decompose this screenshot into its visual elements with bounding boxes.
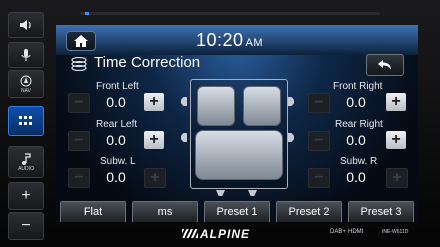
sub-left-minus-button[interactable]: − xyxy=(68,168,90,188)
sub-right-label: Subw. R xyxy=(340,156,378,167)
volume-down-label: − xyxy=(21,217,31,234)
rear-right-minus-button[interactable]: − xyxy=(308,131,330,151)
rear-left-speaker-icon xyxy=(181,133,187,142)
rear-bench-seat xyxy=(195,130,283,180)
front-right-value: 0.0 xyxy=(346,94,366,110)
volume-down-button[interactable]: − xyxy=(8,212,44,240)
grid-menu-icon xyxy=(19,116,32,125)
rear-left-minus-button[interactable]: − xyxy=(68,131,90,151)
audio-button[interactable]: AUDIO xyxy=(8,146,44,178)
volume-up-button[interactable]: + xyxy=(8,182,44,210)
front-right-speaker-icon xyxy=(288,97,294,106)
front-right-minus-button[interactable]: − xyxy=(308,93,330,113)
home-button[interactable] xyxy=(66,31,96,51)
nav-button[interactable]: NAV xyxy=(8,70,44,98)
sub-left-speaker-icon xyxy=(216,190,225,196)
front-right-plus-button[interactable]: + xyxy=(386,93,406,111)
rear-right-label: Rear Right xyxy=(335,119,383,130)
touchscreen: 10:20 AM Time Correction Front Left − 0.0… xyxy=(56,25,418,222)
sub-left-plus-button[interactable]: + xyxy=(144,168,166,188)
disc-slot xyxy=(80,12,380,15)
mic-icon xyxy=(21,48,31,61)
volume-up-label: + xyxy=(21,187,31,204)
music-note-icon xyxy=(22,152,31,165)
audio-label: AUDIO xyxy=(18,165,34,172)
rear-right-plus-button[interactable]: + xyxy=(386,131,406,149)
front-right-label: Front Right xyxy=(333,81,383,92)
front-left-speaker-icon xyxy=(181,97,187,106)
sub-right-value: 0.0 xyxy=(346,169,366,185)
voice-button[interactable] xyxy=(8,12,44,38)
clock-time: 10:20 xyxy=(196,30,244,50)
tab-preset-3[interactable]: Preset 3 xyxy=(348,201,414,222)
tab-preset-1[interactable]: Preset 1 xyxy=(204,201,270,222)
brand-logo: ALPINE xyxy=(200,227,251,241)
dab-badge: DAB+ xyxy=(330,229,346,235)
sub-right-minus-button[interactable]: − xyxy=(308,168,330,188)
rear-right-value: 0.0 xyxy=(346,132,366,148)
model-number: INE-W611D xyxy=(382,229,409,235)
rear-left-value: 0.0 xyxy=(106,132,126,148)
front-left-minus-button[interactable]: − xyxy=(68,93,90,113)
rear-left-plus-button[interactable]: + xyxy=(144,131,164,149)
front-left-value: 0.0 xyxy=(106,94,126,110)
page-title: Time Correction xyxy=(94,54,201,71)
clock-ampm: AM xyxy=(245,37,264,49)
front-left-label: Front Left xyxy=(96,81,139,92)
home-icon xyxy=(74,35,88,47)
sub-right-plus-button[interactable]: + xyxy=(386,168,408,188)
rear-right-speaker-icon xyxy=(288,133,294,142)
sub-right-speaker-icon xyxy=(248,190,257,196)
sub-left-value: 0.0 xyxy=(106,169,126,185)
voice-icon xyxy=(20,20,31,30)
rear-left-label: Rear Left xyxy=(96,119,138,130)
clock: 10:20 AM xyxy=(196,30,263,51)
front-right-seat xyxy=(243,86,281,126)
tab-flat[interactable]: Flat xyxy=(60,201,126,222)
back-button[interactable] xyxy=(366,54,404,76)
mic-button[interactable] xyxy=(8,42,44,68)
car-seat-diagram xyxy=(190,79,288,189)
nav-label: NAV xyxy=(21,87,31,94)
tab-preset-2[interactable]: Preset 2 xyxy=(276,201,342,222)
tab-ms[interactable]: ms xyxy=(132,201,198,222)
slot-indicator xyxy=(85,12,89,15)
compass-icon xyxy=(20,75,32,86)
menu-button[interactable] xyxy=(8,106,44,136)
speaker-settings-icon xyxy=(71,57,87,71)
front-left-plus-button[interactable]: + xyxy=(144,93,164,111)
brand-logo-icon xyxy=(182,229,198,238)
back-arrow-icon xyxy=(378,60,391,70)
sub-left-label: Subw. L xyxy=(100,156,136,167)
front-left-seat xyxy=(197,86,235,126)
hdmi-badge: HDMI xyxy=(348,229,364,235)
